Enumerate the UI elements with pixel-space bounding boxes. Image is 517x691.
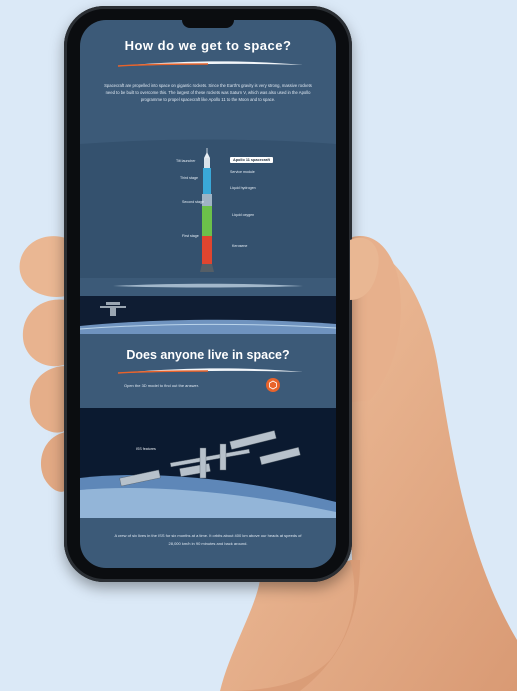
intro-paragraph: Spacecraft are propelled into space on g… — [104, 83, 312, 102]
space-station-strip — [80, 296, 336, 334]
smartphone: How do we get to space? Spacecraft are p… — [64, 6, 352, 582]
swoosh-decoration-3 — [117, 368, 303, 374]
rocket-label-left-3: Second stage — [182, 200, 204, 204]
rocket-label-right-3: Liquid oxygen — [232, 213, 255, 217]
panel-top-curve — [80, 138, 336, 144]
open-3d-model-text: Open the 3D model to find out the answer… — [124, 383, 199, 388]
swoosh-decoration — [117, 61, 303, 67]
cube-icon — [269, 380, 277, 390]
scene: How do we get to space? Spacecraft are p… — [0, 0, 517, 691]
outro-paragraph: A crew of six lives in the ISS for six m… — [114, 533, 302, 546]
swoosh-decoration-2 — [113, 283, 303, 288]
rocket-label-left-2: Third stage — [180, 176, 198, 180]
open-3d-model-button[interactable] — [266, 378, 280, 392]
rocket-label-right-4: Kerosene — [232, 244, 248, 248]
heading-how-do-we-get-to-space: How do we get to space? — [124, 38, 292, 53]
rocket-label-left-1: Tilt launcher — [176, 159, 196, 163]
iss-features-label: ISS features — [136, 447, 156, 451]
iss-image — [80, 408, 336, 518]
rocket-label-right-2: Liquid hydrogen — [230, 186, 256, 190]
rocket-label-left-4: First stage — [182, 234, 199, 238]
phone-screen[interactable]: How do we get to space? Spacecraft are p… — [80, 20, 336, 568]
rocket-label-right-1: Service module — [230, 170, 255, 174]
phone-notch — [182, 20, 234, 28]
rocket-top-label: Apollo 11 spacecraft — [230, 157, 273, 163]
saturn-v-rocket — [200, 148, 214, 272]
heading-does-anyone-live-in-space: Does anyone live in space? — [126, 348, 290, 362]
